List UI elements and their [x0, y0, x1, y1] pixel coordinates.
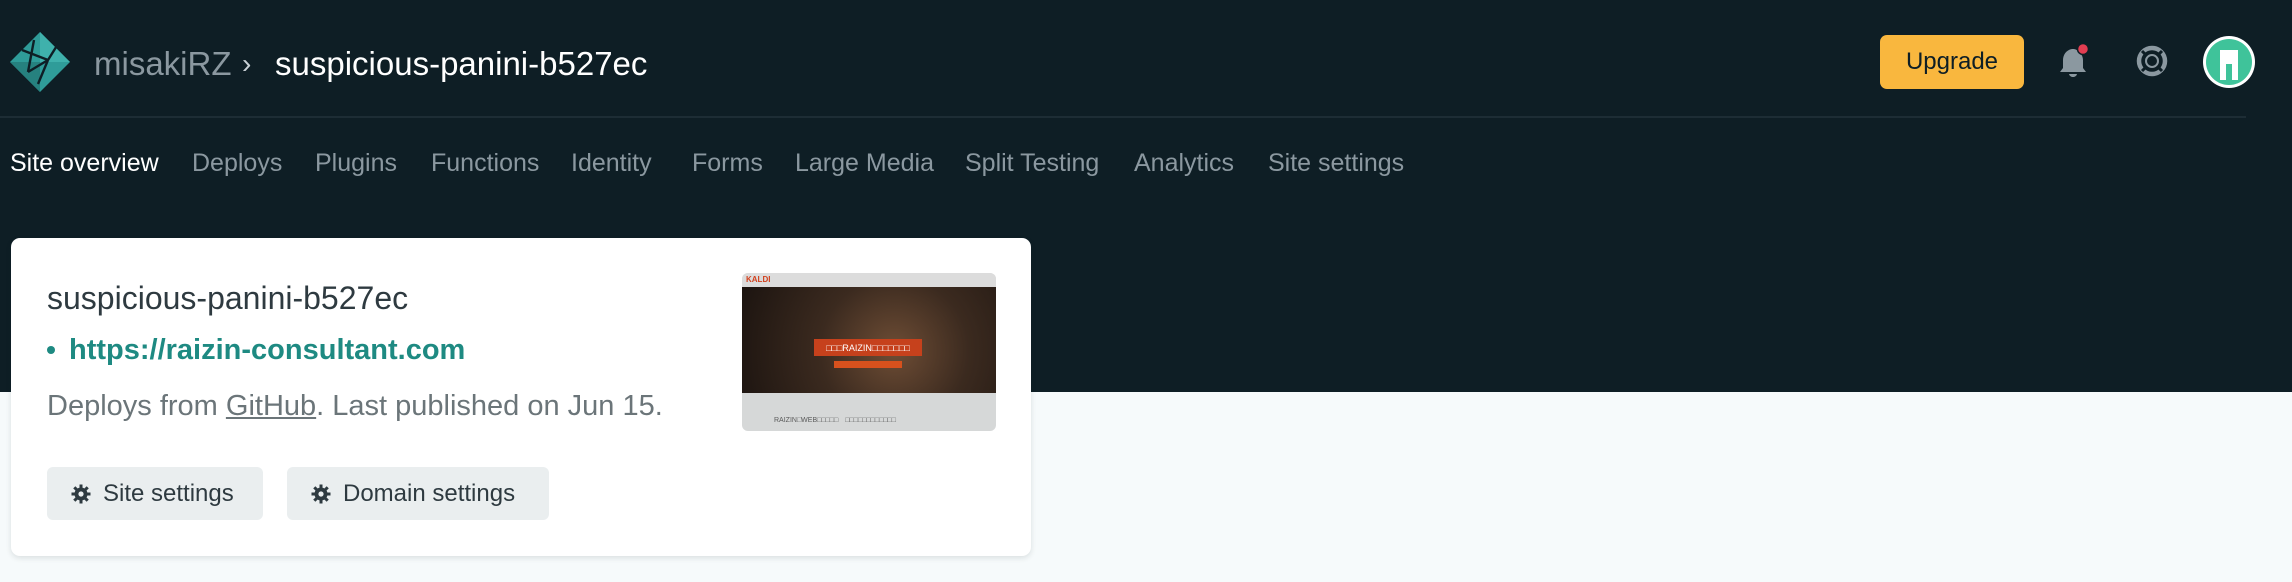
site-screenshot-thumbnail[interactable]: KALDI □□□RAIZIN□□□□□□□ RAIZIN□WEB□□□□□ □…	[742, 273, 996, 431]
thumbnail-subband	[834, 361, 902, 368]
tab-plugins[interactable]: Plugins	[315, 146, 397, 180]
breadcrumb-site[interactable]: suspicious-panini-b527ec	[275, 44, 647, 84]
top-header: misakiRZ › suspicious-panini-b527ec Upgr…	[0, 0, 2292, 116]
site-title: suspicious-panini-b527ec	[47, 280, 409, 316]
status-dot-icon	[47, 346, 55, 354]
avatar-icon	[2206, 39, 2252, 85]
tab-forms[interactable]: Forms	[692, 146, 763, 180]
breadcrumb-team[interactable]: misakiRZ	[94, 44, 232, 84]
site-settings-button[interactable]: Site settings	[47, 467, 263, 520]
tab-split-testing[interactable]: Split Testing	[965, 146, 1099, 180]
deploy-info: Deploys from GitHub. Last published on J…	[47, 388, 663, 424]
thumbnail-footer: RAIZIN□WEB□□□□□ □□□□□□□□□□□□	[774, 417, 896, 424]
github-link[interactable]: GitHub	[226, 390, 316, 422]
thumbnail-headline: □□□RAIZIN□□□□□□□	[814, 339, 922, 356]
tab-deploys[interactable]: Deploys	[192, 146, 282, 180]
thumbnail-browser-bar	[742, 273, 996, 287]
thumbnail-brand: KALDI	[746, 275, 771, 284]
site-url-row: https://raizin-consultant.com	[47, 332, 465, 368]
deploy-prefix: Deploys from	[47, 390, 226, 422]
help-lifebuoy-icon[interactable]	[2135, 44, 2169, 78]
avatar[interactable]	[2203, 36, 2255, 88]
chevron-right-icon: ›	[242, 48, 252, 79]
tab-identity[interactable]: Identity	[571, 146, 652, 180]
tab-site-overview[interactable]: Site overview	[10, 146, 159, 180]
site-overview-card: suspicious-panini-b527ec https://raizin-…	[11, 238, 1031, 556]
domain-settings-button[interactable]: Domain settings	[287, 467, 549, 520]
tab-site-settings[interactable]: Site settings	[1268, 146, 1404, 180]
gear-icon	[311, 484, 331, 503]
gear-icon	[71, 484, 91, 503]
deploy-suffix: . Last published on Jun 15.	[316, 390, 663, 422]
tab-analytics[interactable]: Analytics	[1134, 146, 1234, 180]
thumbnail-photo: □□□RAIZIN□□□□□□□	[742, 287, 996, 393]
header-divider	[0, 116, 2246, 118]
site-settings-label: Site settings	[103, 479, 234, 507]
tab-large-media[interactable]: Large Media	[795, 146, 934, 180]
tab-functions[interactable]: Functions	[431, 146, 539, 180]
domain-settings-label: Domain settings	[343, 479, 516, 507]
site-url-link[interactable]: https://raizin-consultant.com	[69, 332, 465, 368]
bell-icon[interactable]	[2058, 43, 2090, 79]
netlify-logo-icon[interactable]	[8, 30, 72, 94]
upgrade-button[interactable]: Upgrade	[1880, 35, 2024, 89]
